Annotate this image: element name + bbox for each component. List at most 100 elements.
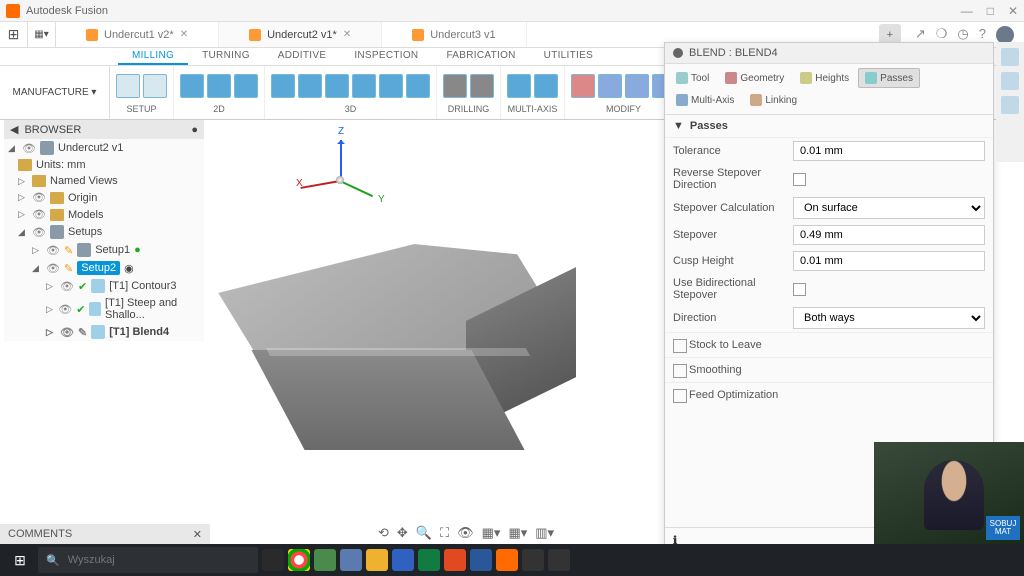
tab-close-icon[interactable]: ✕ bbox=[343, 29, 351, 40]
explorer-icon[interactable] bbox=[366, 549, 388, 571]
tab-tool[interactable]: Tool bbox=[669, 68, 716, 88]
search-input[interactable] bbox=[68, 554, 250, 566]
tree-op-blend[interactable]: ▷👁✎[T1] Blend4 bbox=[4, 323, 204, 341]
grid-icon[interactable]: ▦▾ bbox=[508, 525, 527, 541]
3d-op-icon[interactable] bbox=[271, 74, 295, 98]
notifications-icon[interactable]: ❍ bbox=[936, 26, 948, 44]
3d-op-icon[interactable] bbox=[406, 74, 430, 98]
tab-multiaxis[interactable]: Multi-Axis bbox=[669, 90, 741, 110]
tree-origin[interactable]: ▷👁Origin bbox=[4, 189, 204, 206]
drill-icon[interactable] bbox=[443, 74, 467, 98]
bidi-checkbox[interactable] bbox=[793, 283, 806, 296]
display-icon[interactable]: ▦▾ bbox=[482, 525, 501, 541]
x-axis bbox=[300, 180, 340, 189]
fusion-icon[interactable] bbox=[496, 549, 518, 571]
file-menu-icon[interactable]: ▦▾ bbox=[28, 22, 56, 47]
tab-passes[interactable]: Passes bbox=[858, 68, 920, 88]
modify-icon[interactable] bbox=[625, 74, 649, 98]
zoom-icon[interactable]: 🔍 bbox=[416, 525, 432, 541]
cusp-input[interactable] bbox=[793, 251, 985, 271]
tree-root[interactable]: ◢👁Undercut2 v1 bbox=[4, 139, 204, 157]
extensions-icon[interactable]: ↗ bbox=[915, 26, 926, 44]
edge-icon[interactable] bbox=[392, 549, 414, 571]
direction-select[interactable]: Both ways bbox=[793, 307, 985, 329]
dialog-title-bar[interactable]: BLEND : BLEND4 bbox=[665, 43, 993, 64]
stepcalc-select[interactable]: On surface bbox=[793, 197, 985, 219]
browser-header[interactable]: ◀BROWSER ● bbox=[4, 120, 204, 139]
multiaxis-icon[interactable] bbox=[507, 74, 531, 98]
fit-icon[interactable]: ⛶ bbox=[440, 525, 449, 541]
tab-turning[interactable]: TURNING bbox=[188, 48, 264, 65]
nc-program-icon[interactable] bbox=[143, 74, 167, 98]
section-stock[interactable]: Stock to Leave bbox=[665, 332, 993, 357]
tab-fabrication[interactable]: FABRICATION bbox=[432, 48, 529, 65]
account-avatar[interactable] bbox=[996, 26, 1014, 44]
2d-op-icon[interactable] bbox=[180, 74, 204, 98]
orbit-icon[interactable]: ⟲ bbox=[378, 525, 389, 541]
2d-op-icon[interactable] bbox=[234, 74, 258, 98]
close-icon[interactable]: ✕ bbox=[1008, 4, 1018, 18]
section-passes[interactable]: ▼ Passes bbox=[665, 115, 993, 138]
tree-setup2[interactable]: ◢👁✎Setup2◉ bbox=[4, 259, 204, 277]
3d-op-icon[interactable] bbox=[352, 74, 376, 98]
2d-op-icon[interactable] bbox=[207, 74, 231, 98]
doc-tab-1[interactable]: Undercut1 v2* ✕ bbox=[56, 22, 219, 47]
workspace-switcher[interactable]: MANUFACTURE ▾ bbox=[0, 66, 110, 119]
tab-heights[interactable]: Heights bbox=[793, 68, 856, 88]
pan-icon[interactable]: ✥ bbox=[397, 525, 408, 541]
tree-models[interactable]: ▷👁Models bbox=[4, 206, 204, 223]
3d-op-icon[interactable] bbox=[379, 74, 403, 98]
multiaxis-icon[interactable] bbox=[534, 74, 558, 98]
new-setup-icon[interactable] bbox=[116, 74, 140, 98]
section-feedopt[interactable]: Feed Optimization bbox=[665, 382, 993, 407]
jobs-icon[interactable]: ◷ bbox=[957, 26, 968, 44]
comments-bar[interactable]: COMMENTS ✕ bbox=[0, 524, 210, 544]
tree-setup1[interactable]: ▷👁✎Setup1● bbox=[4, 241, 204, 259]
minimize-icon[interactable]: — bbox=[961, 4, 973, 18]
tab-close-icon[interactable]: ✕ bbox=[180, 29, 188, 40]
3d-op-icon[interactable] bbox=[298, 74, 322, 98]
whatsapp-icon[interactable] bbox=[314, 549, 336, 571]
tree-op-steep[interactable]: ▷👁✔[T1] Steep and Shallo... bbox=[4, 295, 204, 323]
doc-tab-2[interactable]: Undercut2 v1* ✕ bbox=[219, 22, 382, 47]
help-icon[interactable]: ? bbox=[979, 26, 986, 44]
tab-geometry[interactable]: Geometry bbox=[718, 68, 791, 88]
data-panel-icon[interactable]: ⊞ bbox=[0, 22, 28, 47]
maximize-icon[interactable]: □ bbox=[987, 4, 994, 18]
stepover-input[interactable] bbox=[793, 225, 985, 245]
app-icon[interactable] bbox=[522, 549, 544, 571]
rail-icon[interactable] bbox=[1001, 72, 1019, 90]
tree-units[interactable]: Units: mm bbox=[4, 157, 204, 173]
excel-icon[interactable] bbox=[418, 549, 440, 571]
teams-icon[interactable] bbox=[340, 549, 362, 571]
viewport-icon[interactable]: ▥▾ bbox=[535, 525, 554, 541]
section-smoothing[interactable]: Smoothing bbox=[665, 357, 993, 382]
3d-op-icon[interactable] bbox=[325, 74, 349, 98]
app-icon[interactable] bbox=[548, 549, 570, 571]
tab-milling[interactable]: MILLING bbox=[118, 48, 188, 65]
tree-named-views[interactable]: ▷Named Views bbox=[4, 173, 204, 189]
taskview-icon[interactable] bbox=[262, 549, 284, 571]
reverse-checkbox[interactable] bbox=[793, 173, 806, 186]
taskbar-search[interactable]: 🔍 bbox=[38, 547, 258, 573]
tolerance-input[interactable] bbox=[793, 141, 985, 161]
tree-setups[interactable]: ◢👁Setups bbox=[4, 223, 204, 241]
doc-tab-3[interactable]: Undercut3 v1 bbox=[382, 22, 526, 47]
tab-additive[interactable]: ADDITIVE bbox=[264, 48, 341, 65]
modify-icon[interactable] bbox=[598, 74, 622, 98]
chrome-icon[interactable] bbox=[288, 549, 310, 571]
tab-inspection[interactable]: INSPECTION bbox=[340, 48, 432, 65]
hole-icon[interactable] bbox=[470, 74, 494, 98]
outlook-icon[interactable] bbox=[444, 549, 466, 571]
tab-utilities[interactable]: UTILITIES bbox=[530, 48, 607, 65]
viewport[interactable]: Z X Y bbox=[210, 120, 664, 522]
tab-linking[interactable]: Linking bbox=[743, 90, 804, 110]
look-icon[interactable]: 👁 bbox=[457, 525, 474, 541]
modify-icon[interactable] bbox=[571, 74, 595, 98]
viewcube-icon[interactable] bbox=[1001, 48, 1019, 66]
word-icon[interactable] bbox=[470, 549, 492, 571]
start-button[interactable]: ⊞ bbox=[6, 546, 34, 574]
rail-icon[interactable] bbox=[1001, 96, 1019, 114]
tree-op-contour[interactable]: ▷👁✔[T1] Contour3 bbox=[4, 277, 204, 295]
titlebar: Autodesk Fusion — □ ✕ bbox=[0, 0, 1024, 22]
